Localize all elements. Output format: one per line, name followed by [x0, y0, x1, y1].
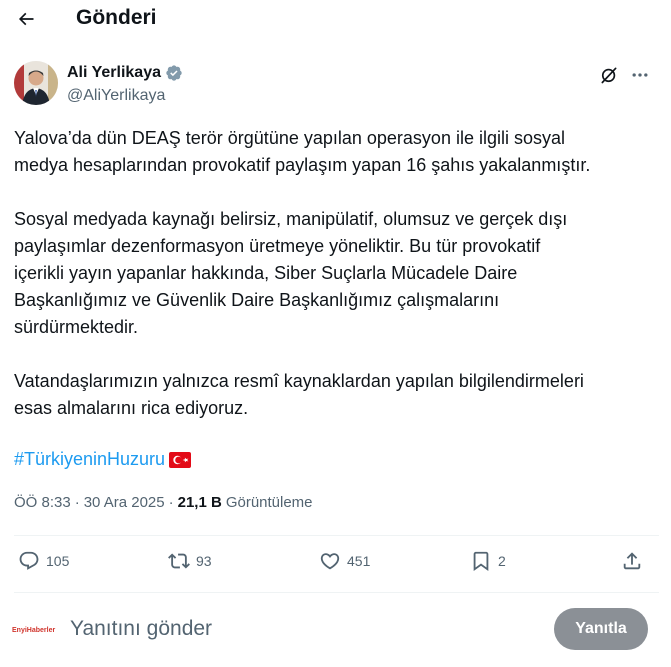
post-line: esas almalarını rica ediyoruz.	[14, 398, 249, 418]
like-action[interactable]: 451	[319, 550, 370, 572]
avatar[interactable]	[14, 61, 58, 105]
post-time[interactable]: ÖÖ 8:33	[14, 494, 71, 511]
hashtag-link[interactable]: #TürkiyeninHuzuru	[14, 449, 165, 470]
grok-icon	[601, 67, 617, 84]
post-line: Sosyal medyada kaynağı belirsiz, manipül…	[14, 209, 568, 229]
bookmark-icon	[473, 551, 489, 572]
repost-action[interactable]: 93	[168, 550, 212, 572]
more-dots-icon	[632, 73, 648, 77]
post-meta: ÖÖ 8:33 · 30 Ara 2025 · 21,1 B Görüntüle…	[14, 494, 313, 511]
views-label: Görüntüleme	[225, 494, 313, 511]
post-line: paylaşımlar dezenformasyon üretmeye yöne…	[14, 236, 541, 256]
reply-button[interactable]: Yanıtla	[554, 608, 648, 650]
bookmark-action[interactable]: 2	[470, 550, 506, 572]
author-name-row: Ali Yerlikaya	[67, 64, 183, 82]
post-line: medya hesaplarından provokatif paylaşım …	[14, 155, 591, 175]
back-button[interactable]	[12, 6, 40, 32]
more-options-button[interactable]	[627, 63, 653, 87]
arrow-left-icon	[18, 12, 34, 26]
reply-composer: EnyiHaberler Yanıtını gönder Yanıtla	[0, 605, 671, 655]
divider	[14, 535, 659, 536]
post-text: Yalova’da dün DEAŞ terör örgütüne yapıla…	[14, 125, 654, 422]
bookmark-count: 2	[498, 553, 506, 569]
reply-count: 105	[46, 553, 70, 569]
repost-count: 93	[196, 553, 212, 569]
post-line: içerikli yayın yapanlar hakkında, Siber …	[14, 263, 518, 283]
reply-avatar: EnyiHaberler	[12, 626, 56, 634]
hashtag-row: #TürkiyeninHuzuru	[14, 449, 192, 470]
turkey-flag-icon	[169, 451, 192, 468]
share-icon	[623, 552, 641, 570]
author-name[interactable]: Ali Yerlikaya	[67, 64, 161, 82]
reply-action[interactable]: 105	[18, 550, 69, 572]
post-line: Başkanlığımız ve Güvenlik Daire Başkanlı…	[14, 290, 500, 310]
reply-input[interactable]: Yanıtını gönder	[70, 617, 212, 641]
heart-icon	[320, 553, 340, 570]
meta-separator: ·	[168, 494, 174, 511]
post-line: Yalova’da dün DEAŞ terör örgütüne yapıla…	[14, 128, 565, 148]
top-bar: Gönderi	[0, 0, 671, 40]
grok-button[interactable]	[597, 63, 621, 87]
repost-icon	[168, 553, 190, 569]
meta-separator: ·	[74, 494, 80, 511]
verified-badge-icon	[166, 65, 182, 81]
action-bar: 105 93 451 2	[14, 546, 659, 580]
like-count: 451	[347, 553, 371, 569]
post-line: sürdürmektedir.	[14, 317, 139, 337]
post-line: Vatandaşlarımızın yalnızca resmî kaynakl…	[14, 371, 584, 391]
reply-icon	[19, 551, 39, 570]
author-handle[interactable]: @AliYerlikaya	[67, 87, 165, 105]
share-action[interactable]	[621, 550, 643, 572]
post-author: Ali Yerlikaya @AliYerlikaya	[14, 61, 659, 111]
page-title: Gönderi	[76, 6, 157, 29]
post-date[interactable]: 30 Ara 2025	[84, 494, 165, 511]
views-count[interactable]: 21,1 B	[178, 494, 222, 511]
divider	[14, 592, 659, 593]
